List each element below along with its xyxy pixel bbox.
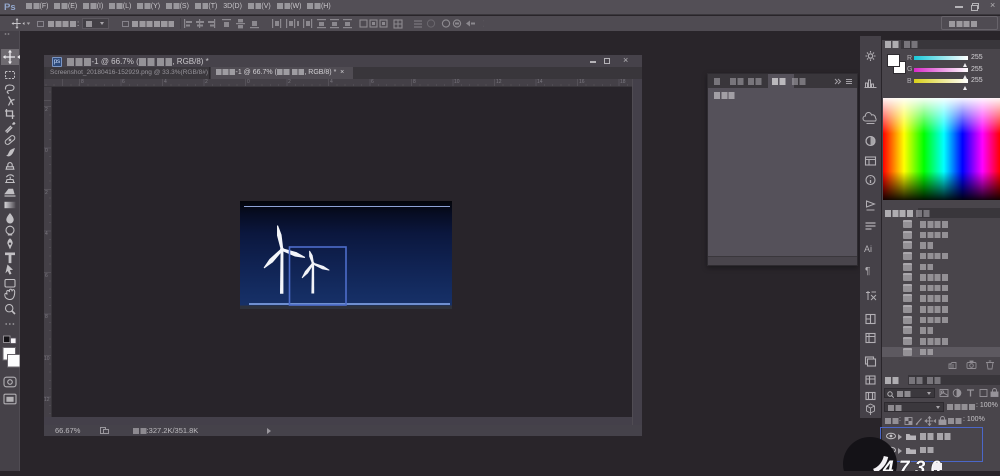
svg-text:4 7 3 0: 4 7 3 0 <box>882 458 942 471</box>
svg-text:Ai: Ai <box>864 244 872 254</box>
svg-text:¶: ¶ <box>865 266 870 277</box>
